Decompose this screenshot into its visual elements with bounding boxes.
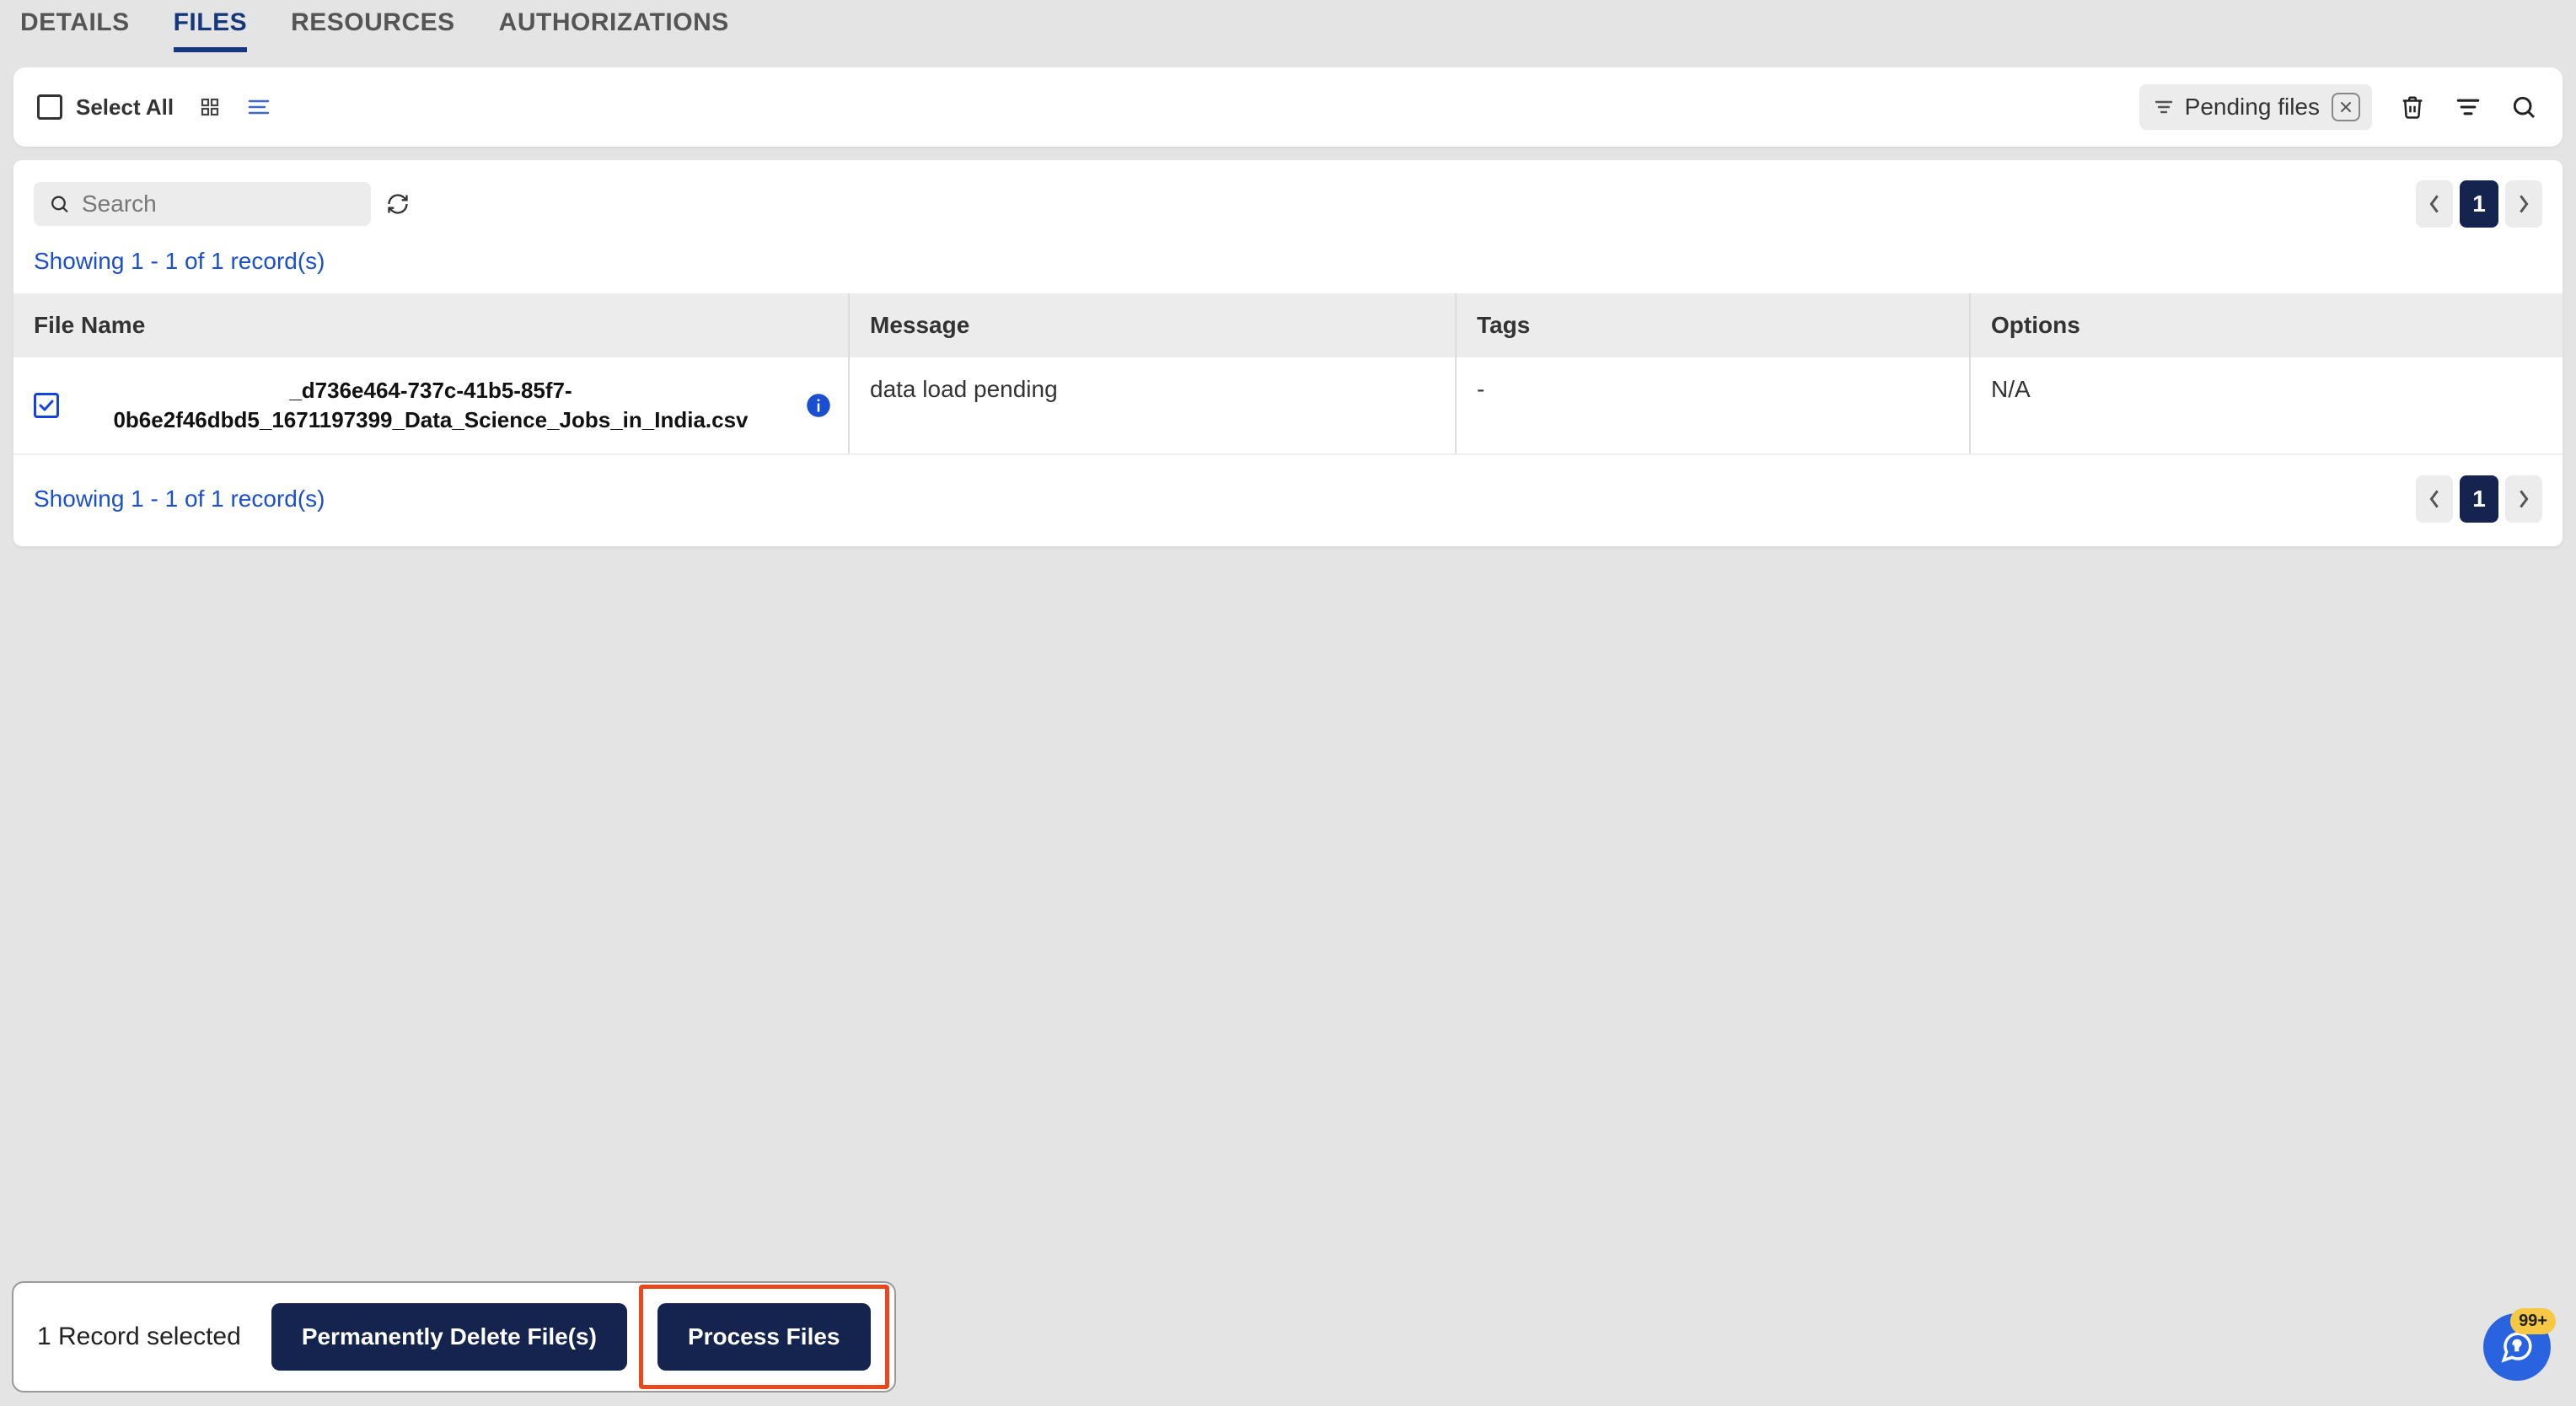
delete-files-button[interactable]: Permanently Delete File(s): [271, 1303, 627, 1371]
info-icon[interactable]: [806, 393, 831, 418]
records-selected-label: 1 Record selected: [37, 1323, 241, 1351]
select-all-checkbox[interactable]: [37, 94, 62, 120]
filter-chip-pending[interactable]: Pending files: [2139, 84, 2372, 130]
table-header: File Name Message Tags Options: [13, 293, 2563, 357]
trash-icon[interactable]: [2397, 92, 2428, 122]
page-next[interactable]: [2505, 180, 2542, 228]
tab-files[interactable]: FILES: [174, 8, 248, 52]
tab-details[interactable]: DETAILS: [20, 8, 130, 52]
tab-bar: DETAILS FILES RESOURCES AUTHORIZATIONS: [0, 0, 2576, 52]
filter-chip-label: Pending files: [2185, 94, 2320, 121]
col-header-message: Message: [848, 293, 1455, 357]
page-prev[interactable]: [2416, 475, 2453, 523]
list-view-icon[interactable]: [246, 94, 271, 120]
grid-view-icon[interactable]: [197, 94, 223, 120]
tab-authorizations[interactable]: AUTHORIZATIONS: [499, 8, 729, 52]
pagination-top: 1: [2416, 180, 2542, 228]
showing-count-top: Showing 1 - 1 of 1 record(s): [13, 236, 2563, 293]
page-next[interactable]: [2505, 475, 2542, 523]
showing-count-bottom: Showing 1 - 1 of 1 record(s): [34, 486, 325, 512]
col-header-options: Options: [1969, 293, 2563, 357]
pagination-bottom: 1: [2416, 475, 2542, 523]
row-tags: -: [1455, 357, 1969, 453]
chat-button[interactable]: ? 99+: [2483, 1313, 2551, 1381]
file-name: _d736e464-737c-41b5-85f7-0b6e2f46dbd5_16…: [76, 376, 828, 435]
tab-resources[interactable]: RESOURCES: [291, 8, 455, 52]
table-search[interactable]: [34, 182, 371, 226]
chat-badge: 99+: [2510, 1308, 2556, 1334]
table-row[interactable]: _d736e464-737c-41b5-85f7-0b6e2f46dbd5_16…: [13, 357, 2563, 455]
row-checkbox[interactable]: [34, 393, 59, 418]
toolbar-card: Select All Pending files: [13, 67, 2563, 147]
row-options: N/A: [1969, 357, 2563, 453]
page-prev[interactable]: [2416, 180, 2453, 228]
process-files-button[interactable]: Process Files: [657, 1303, 871, 1371]
row-message: data load pending: [848, 357, 1455, 453]
filter-icon[interactable]: [2453, 92, 2483, 122]
page-number[interactable]: 1: [2460, 180, 2498, 228]
page-number[interactable]: 1: [2460, 475, 2498, 523]
col-header-tags: Tags: [1455, 293, 1969, 357]
filter-lines-icon: [2155, 99, 2173, 115]
svg-text:?: ?: [2514, 1339, 2521, 1354]
refresh-icon[interactable]: [384, 191, 411, 217]
search-icon: [49, 192, 70, 216]
search-input[interactable]: [82, 191, 356, 217]
select-all-label: Select All: [76, 94, 174, 121]
col-header-filename: File Name: [13, 293, 848, 357]
selection-footer: 1 Record selected Permanently Delete Fil…: [12, 1281, 896, 1393]
filter-chip-remove[interactable]: [2332, 93, 2360, 121]
search-icon[interactable]: [2509, 92, 2539, 122]
files-panel: 1 Showing 1 - 1 of 1 record(s) File Name…: [13, 160, 2563, 546]
